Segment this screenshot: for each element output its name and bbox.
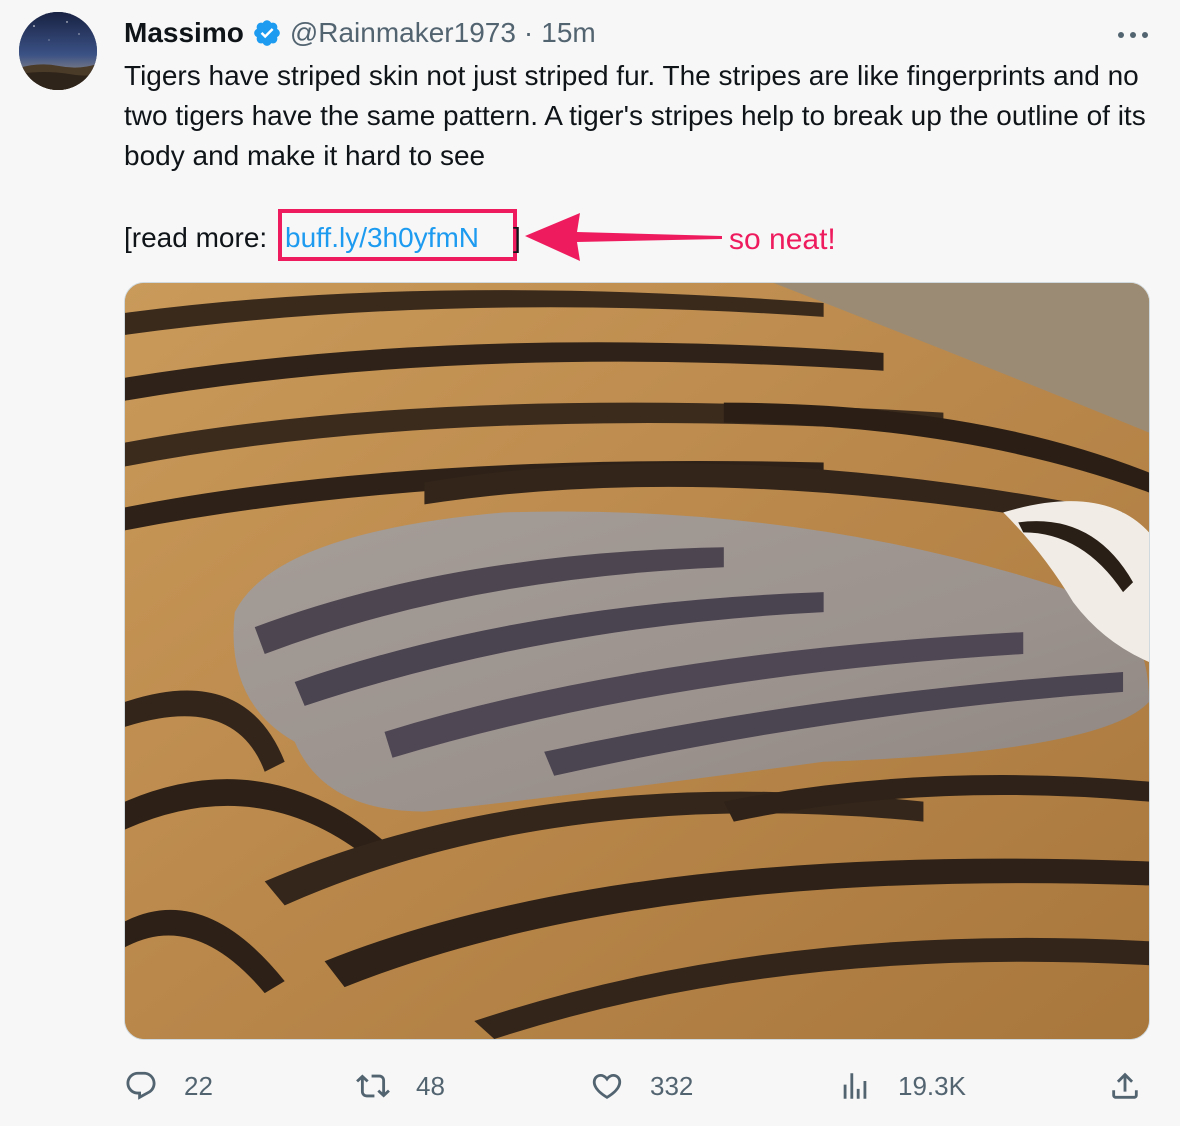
retweet-icon xyxy=(356,1074,390,1098)
heart-icon xyxy=(592,1073,622,1099)
timestamp[interactable]: 15m xyxy=(541,14,595,52)
views-button[interactable]: 19.3K xyxy=(838,1062,966,1110)
share-icon xyxy=(1112,1072,1138,1099)
avatar[interactable] xyxy=(19,12,97,90)
tweet-link[interactable]: buff.ly/3h0yfmN xyxy=(285,216,479,260)
like-button[interactable]: 332 xyxy=(590,1062,693,1110)
separator: · xyxy=(523,17,534,48)
display-name[interactable]: Massimo xyxy=(124,14,244,52)
tiger-skin-photo xyxy=(125,283,1149,1039)
reply-count: 22 xyxy=(184,1070,213,1101)
retweet-button[interactable]: 48 xyxy=(356,1062,445,1110)
verified-badge-icon xyxy=(252,18,282,48)
retweet-count: 48 xyxy=(416,1070,445,1101)
more-horizontal-icon[interactable] xyxy=(1113,20,1153,50)
read-more-prefix: [read more: xyxy=(124,222,268,253)
like-count: 332 xyxy=(650,1070,694,1101)
tweet-text: Tigers have striped skin not just stripe… xyxy=(124,60,1146,171)
views-chart-icon xyxy=(843,1073,867,1099)
tweet-header: Massimo @Rainmaker1973 · 15m xyxy=(124,14,596,52)
annotation-arrow-icon xyxy=(525,213,722,261)
tweet-image[interactable] xyxy=(124,282,1150,1040)
reply-icon xyxy=(126,1071,156,1100)
reply-button[interactable]: 22 xyxy=(124,1062,213,1110)
tweet: Massimo @Rainmaker1973 · 15m Tigers have… xyxy=(0,0,1180,1126)
avatar-image xyxy=(19,12,97,90)
action-bar: 22 48 332 19.3K xyxy=(124,1062,1150,1110)
views-count: 19.3K xyxy=(898,1070,966,1101)
share-button[interactable] xyxy=(1108,1062,1142,1110)
annotation-text: so neat! xyxy=(729,223,836,256)
handle[interactable]: @Rainmaker1973 xyxy=(290,14,516,52)
read-more-suffix: ] xyxy=(513,222,521,253)
